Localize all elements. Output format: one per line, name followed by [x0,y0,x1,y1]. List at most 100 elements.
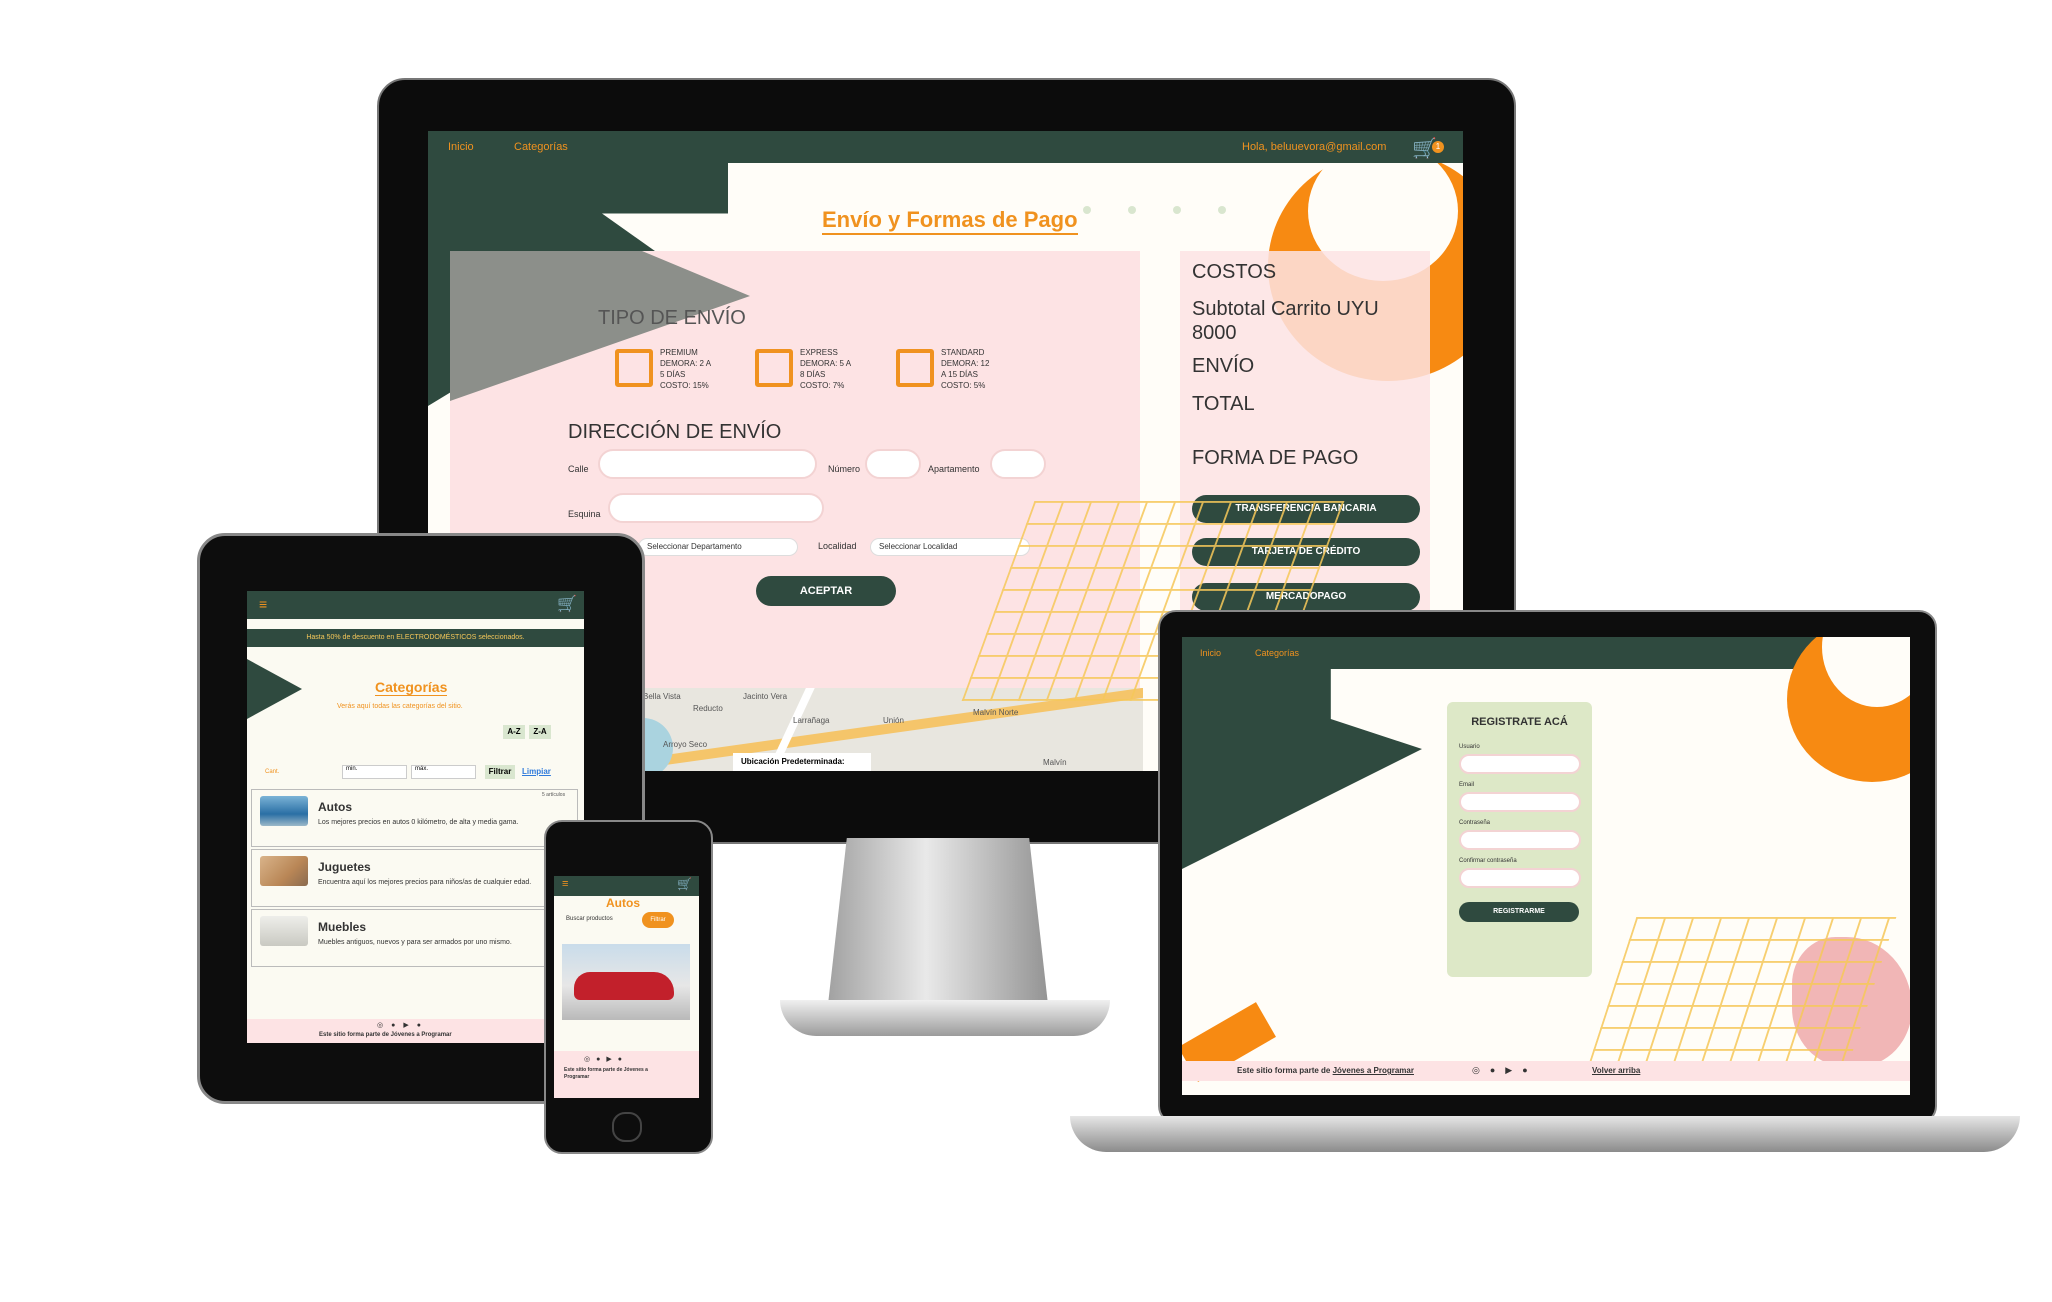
direccion-heading: DIRECCIÓN DE ENVÍO [568,421,782,443]
map-label: Larrañaga [793,716,830,725]
car-image [260,796,308,826]
volver-arriba-link[interactable]: Volver arriba [1592,1066,1640,1075]
map-label: Arroyo Seco [663,740,708,749]
subtotal-text: Subtotal Carrito UYU 8000 [1192,298,1379,344]
cart-icon[interactable]: 🛒 [677,877,692,891]
numero-input[interactable] [865,449,921,479]
cart-icon[interactable]: 🛒 [557,594,577,614]
laptop-screen: Inicio Categorías 🛒 REGISTRATE ACÁ Usuar… [1182,637,1910,1095]
contrasena-input[interactable] [1459,830,1581,850]
departamento-select[interactable]: Seleccionar Departamento [638,538,798,556]
apartamento-label: Apartamento [928,464,980,474]
cant-label: Cant. [265,769,280,775]
envio-cost-label: ENVÍO [1192,355,1255,377]
social-icons[interactable]: ◎●▶● [584,1055,628,1063]
menu-icon[interactable]: ≡ [259,596,267,612]
email-input[interactable] [1459,792,1581,812]
costos-heading: COSTOS [1192,261,1277,283]
category-card-juguetes[interactable]: Juguetes Encuentra aquí los mejores prec… [251,849,578,907]
card-title: Autos [318,800,352,814]
confirmar-label: Confirmar contraseña [1459,858,1517,864]
total-label: TOTAL [1192,393,1255,415]
sort-za-button[interactable]: Z-A [529,725,551,739]
page-title: Envío y Formas de Pago [822,207,1078,235]
confirmar-input[interactable] [1459,868,1581,888]
standard-checkbox[interactable] [896,349,934,387]
nav-inicio-link[interactable]: Inicio [1200,648,1221,658]
premium-option-text: PREMIUM DEMORA: 2 A 5 DÍAS COSTO: 15% [660,348,712,390]
category-card-autos[interactable]: Autos 5 artículos Los mejores precios en… [251,789,578,847]
express-checkbox[interactable] [755,349,793,387]
standard-option-text: STANDARD DEMORA: 12 A 15 DÍAS COSTO: 5% [941,348,990,390]
laptop-footer: Este sitio forma parte de Jóvenes a Prog… [1182,1061,1910,1081]
deco-grid [1587,917,1897,1067]
limpiar-link[interactable]: Limpiar [522,767,551,776]
register-form: REGISTRATE ACÁ Usuario Email Contraseña … [1447,702,1592,977]
footer-text: Este sitio forma parte de Jóvenes a Prog… [1237,1066,1414,1075]
footer-prefix: Este sitio forma parte de [1237,1066,1333,1075]
localidad-select[interactable]: Seleccionar Localidad [870,538,1030,556]
numero-label: Número [828,464,861,474]
social-icons[interactable]: ◎●▶● [1472,1065,1538,1076]
max-input[interactable]: máx. [411,765,476,779]
furniture-image [260,916,308,946]
tablet-screen: ≡ 🛒 Hasta 50% de descuento en ELECTRODOM… [247,591,584,1043]
deco-dot [1128,206,1136,214]
phone-filtrar-button[interactable]: Filtrar [642,912,674,928]
footer-link[interactable]: Jóvenes a Programar [1333,1066,1414,1075]
categorias-subtitle: Verás aquí todas las categorías del siti… [337,703,463,710]
min-placeholder: min. [346,766,358,772]
usuario-label: Usuario [1459,744,1480,750]
nav-inicio-link[interactable]: Inicio [448,141,474,153]
deco-dot [1083,206,1091,214]
map-label: Bella Vista [643,692,681,701]
aceptar-button[interactable]: ACEPTAR [756,576,896,606]
map-label: Unión [883,716,904,725]
esquina-label: Esquina [568,509,601,519]
esquina-input[interactable] [608,493,824,523]
map-popup: Ubicación Predeterminada: [733,753,871,771]
categorias-title: Categorías [375,679,448,696]
card-desc: Muebles antiguos, nuevos y para ser arma… [318,939,512,946]
localidad-label: Localidad [818,541,857,551]
max-placeholder: máx. [415,766,429,772]
phone-footer: ◎●▶● Este sitio forma parte de Jóvenes a… [554,1051,699,1098]
calle-input[interactable] [598,449,817,479]
nav-categorias-link[interactable]: Categorías [1255,648,1299,658]
toys-image [260,856,308,886]
calle-label: Calle [568,464,589,474]
tablet-footer: ◎●▶● Este sitio forma parte de Jóvenes a… [247,1019,584,1043]
phone-search-input[interactable]: Buscar productos [566,916,636,928]
nav-categorias-link[interactable]: Categorías [514,141,568,153]
cart-count-badge: 1 [1432,141,1444,153]
forma-pago-heading: FORMA DE PAGO [1192,447,1359,469]
sort-az-button[interactable]: A-Z [503,725,525,739]
map-label: Jacinto Vera [743,692,788,701]
min-input[interactable]: min. [342,765,407,779]
menu-icon[interactable]: ≡ [562,878,568,890]
registrarme-button[interactable]: REGISTRARME [1459,902,1579,922]
nav-user-link[interactable]: Hola, beluuevora@gmail.com [1242,141,1386,153]
deco-dot [1218,206,1226,214]
category-card-muebles[interactable]: Muebles Muebles antiguos, nuevos y para … [251,909,578,967]
premium-checkbox[interactable] [615,349,653,387]
card-desc: Los mejores precios en autos 0 kilómetro… [318,819,519,826]
card-title: Muebles [318,920,367,934]
phone-screen: ≡ 🛒 Autos Buscar productos Filtrar ◎●▶● … [554,876,699,1098]
phone-car-image[interactable] [562,944,690,1020]
usuario-input[interactable] [1459,754,1581,774]
phone-navbar: ≡ 🛒 [554,876,699,896]
map-label: Malvín Norte [973,708,1019,717]
desktop-navbar: Inicio Categorías Hola, beluuevora@gmail… [428,131,1463,163]
contrasena-label: Contraseña [1459,820,1491,826]
laptop-base [1070,1116,2020,1152]
footer-text: Este sitio forma parte de Jóvenes a Prog… [319,1032,452,1038]
filtrar-button[interactable]: Filtrar [485,765,515,779]
footer-text: Este sitio forma parte de Jóvenes a Prog… [564,1067,648,1080]
apartamento-input[interactable] [990,449,1046,479]
social-icons[interactable]: ◎●▶● [377,1021,429,1029]
tablet-deco-triangle [247,659,302,719]
express-option-text: EXPRESS DEMORA: 5 A 8 DÍAS COSTO: 7% [800,348,852,390]
monitor-stand-base [780,1000,1110,1036]
email-label: Email [1459,782,1475,788]
